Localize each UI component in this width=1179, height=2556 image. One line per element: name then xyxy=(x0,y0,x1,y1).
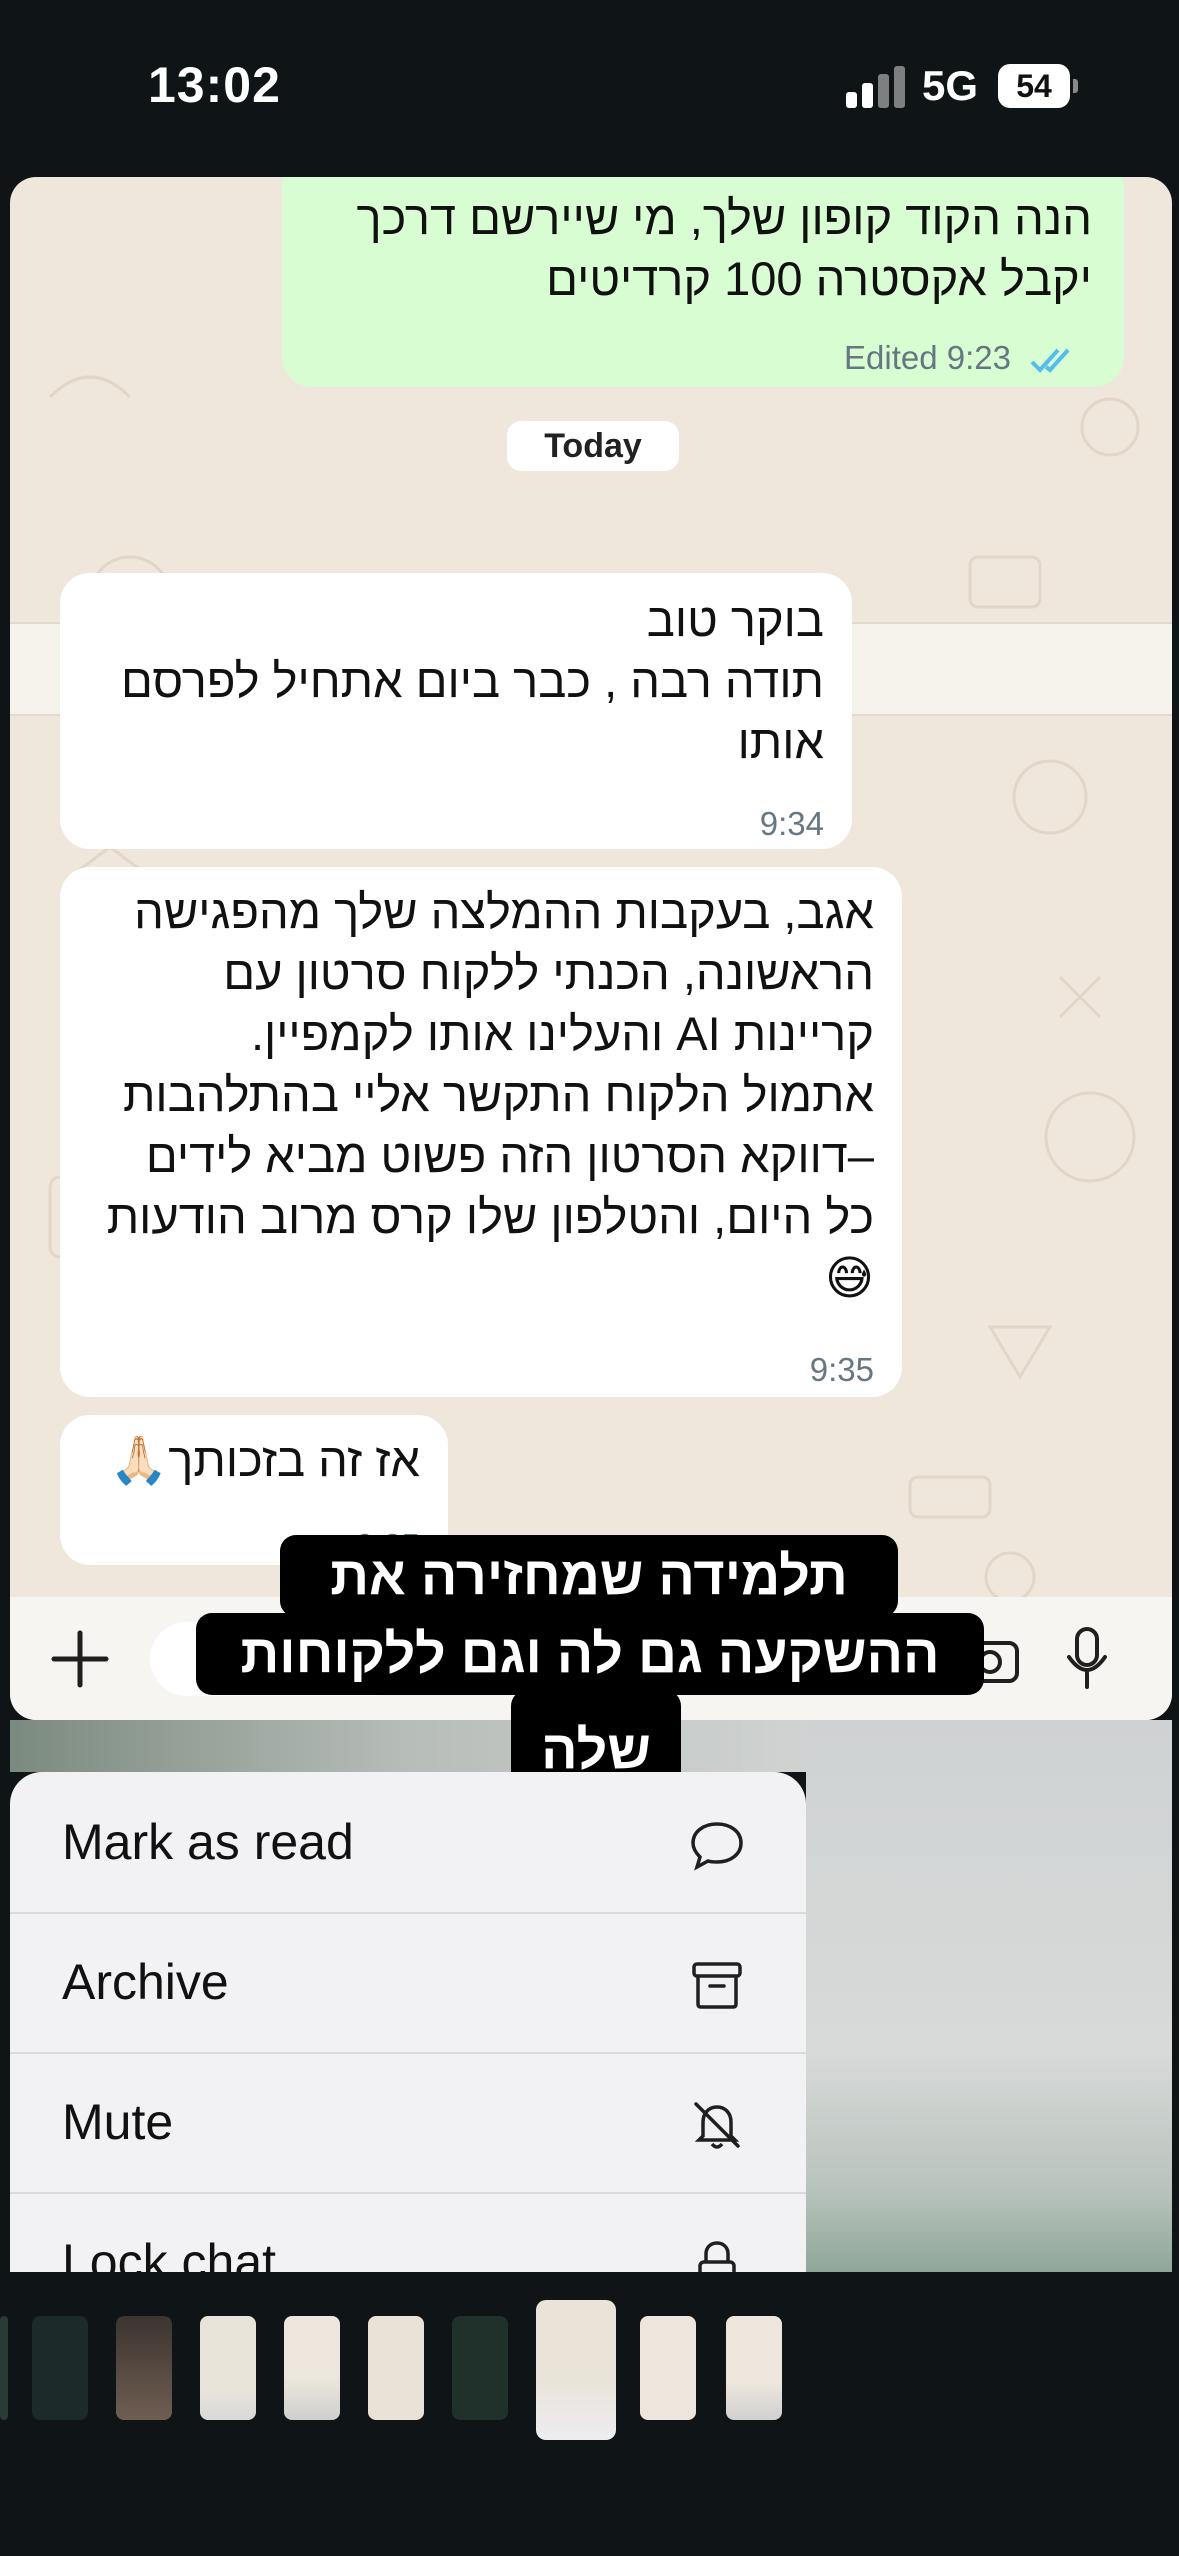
menu-item-label: Mute xyxy=(62,2094,174,2150)
message-text: יקבל אקסטרה 100 קרדיטים xyxy=(546,252,1092,305)
background-blur xyxy=(806,1720,1172,2272)
network-type: 5G xyxy=(922,62,979,109)
message-text: קריינות AI והעלינו אותו לקמפיין. xyxy=(250,1007,874,1060)
lock-icon xyxy=(698,2241,736,2272)
message-text: –דווקא הסרטון הזה פשוט מביא לידים xyxy=(145,1129,874,1182)
message-time: Edited 9:23 xyxy=(844,339,1011,376)
menu-item-archive[interactable]: Archive xyxy=(10,1912,806,2054)
message-text: אגב, בעקבות ההמלצה שלך מהפגישה xyxy=(134,885,874,938)
chat-bubble-icon xyxy=(691,1822,743,1871)
story-thumbnail-selected[interactable] xyxy=(536,2300,616,2440)
date-divider: Today xyxy=(507,421,679,471)
story-thumbnail[interactable] xyxy=(452,2316,508,2420)
menu-item-mark-as-read[interactable]: Mark as read xyxy=(10,1772,806,1914)
archive-box-icon xyxy=(692,1962,742,2009)
menu-item-lock-chat[interactable]: Lock chat xyxy=(10,2192,806,2272)
menu-item-label: Mark as read xyxy=(62,1814,354,1870)
battery-icon: 54 xyxy=(998,64,1078,108)
story-thumbnail[interactable] xyxy=(726,2316,782,2420)
microphone-icon[interactable] xyxy=(1065,1627,1109,1691)
chat-preview[interactable]: הנה הקוד קופון שלך, מי שיירשם דרכך יקבל … xyxy=(10,177,1172,1720)
story-thumbnail[interactable] xyxy=(0,2316,8,2420)
status-time: 13:02 xyxy=(148,57,281,113)
message-text: בוקר טוב xyxy=(646,593,824,646)
menu-item-label: Lock chat xyxy=(62,2234,277,2272)
message-time: 9:35 xyxy=(809,1351,874,1388)
caption-line: תלמידה שמחזירה את xyxy=(330,1546,848,1606)
message-text: תודה רבה , כבר ביום אתחיל לפרסם xyxy=(120,654,824,707)
message-text: כל היום, והטלפון שלו קרס מרוב הודעות xyxy=(106,1190,874,1243)
menu-item-label: Archive xyxy=(62,1954,229,2010)
story-thumbnail[interactable] xyxy=(200,2316,256,2420)
battery-level: 54 xyxy=(1016,68,1052,104)
message-text: אותו xyxy=(737,715,824,768)
cellular-signal-icon xyxy=(846,66,905,108)
story-thumbnail[interactable] xyxy=(368,2316,424,2420)
message-text: אתמול הלקוח התקשר אליי בהתלהבות xyxy=(122,1068,874,1121)
story-thumbnails xyxy=(0,2300,1179,2450)
message-time: 9:34 xyxy=(759,805,824,842)
message-text: הנה הקוד קופון שלך, מי שיירשם דרכך xyxy=(356,191,1092,244)
story-thumbnail[interactable] xyxy=(640,2316,696,2420)
read-receipt-icon xyxy=(1030,348,1070,374)
chat-context-menu: Mark as read Archive Mute Lock chat xyxy=(10,1772,806,2272)
background-blur xyxy=(10,1720,806,1772)
menu-item-mute[interactable]: Mute xyxy=(10,2052,806,2194)
status-bar: 13:02 5G 54 xyxy=(0,0,1179,175)
caption-line: ההשקעה גם לה וגם ללקוחות xyxy=(240,1624,940,1684)
emoji: 😅 xyxy=(825,1251,874,1304)
story-thumbnail[interactable] xyxy=(116,2316,172,2420)
story-thumbnail[interactable] xyxy=(284,2316,340,2420)
message-bubble-incoming[interactable]: בוקר טוב תודה רבה , כבר ביום אתחיל לפרסם… xyxy=(60,573,852,849)
bell-slash-icon xyxy=(694,2102,740,2149)
message-text: הראשונה, הכנתי ללקוח סרטון עם xyxy=(223,946,874,999)
message-bubble-outgoing[interactable]: הנה הקוד קופון שלך, מי שיירשם דרכך יקבל … xyxy=(282,177,1124,387)
story-thumbnail[interactable] xyxy=(32,2316,88,2420)
message-text: אז זה בזכותך🙏🏻 xyxy=(109,1433,420,1486)
plus-icon[interactable] xyxy=(48,1627,112,1691)
message-bubble-incoming[interactable]: אגב, בעקבות ההמלצה שלך מהפגישה הראשונה, … xyxy=(60,867,902,1397)
